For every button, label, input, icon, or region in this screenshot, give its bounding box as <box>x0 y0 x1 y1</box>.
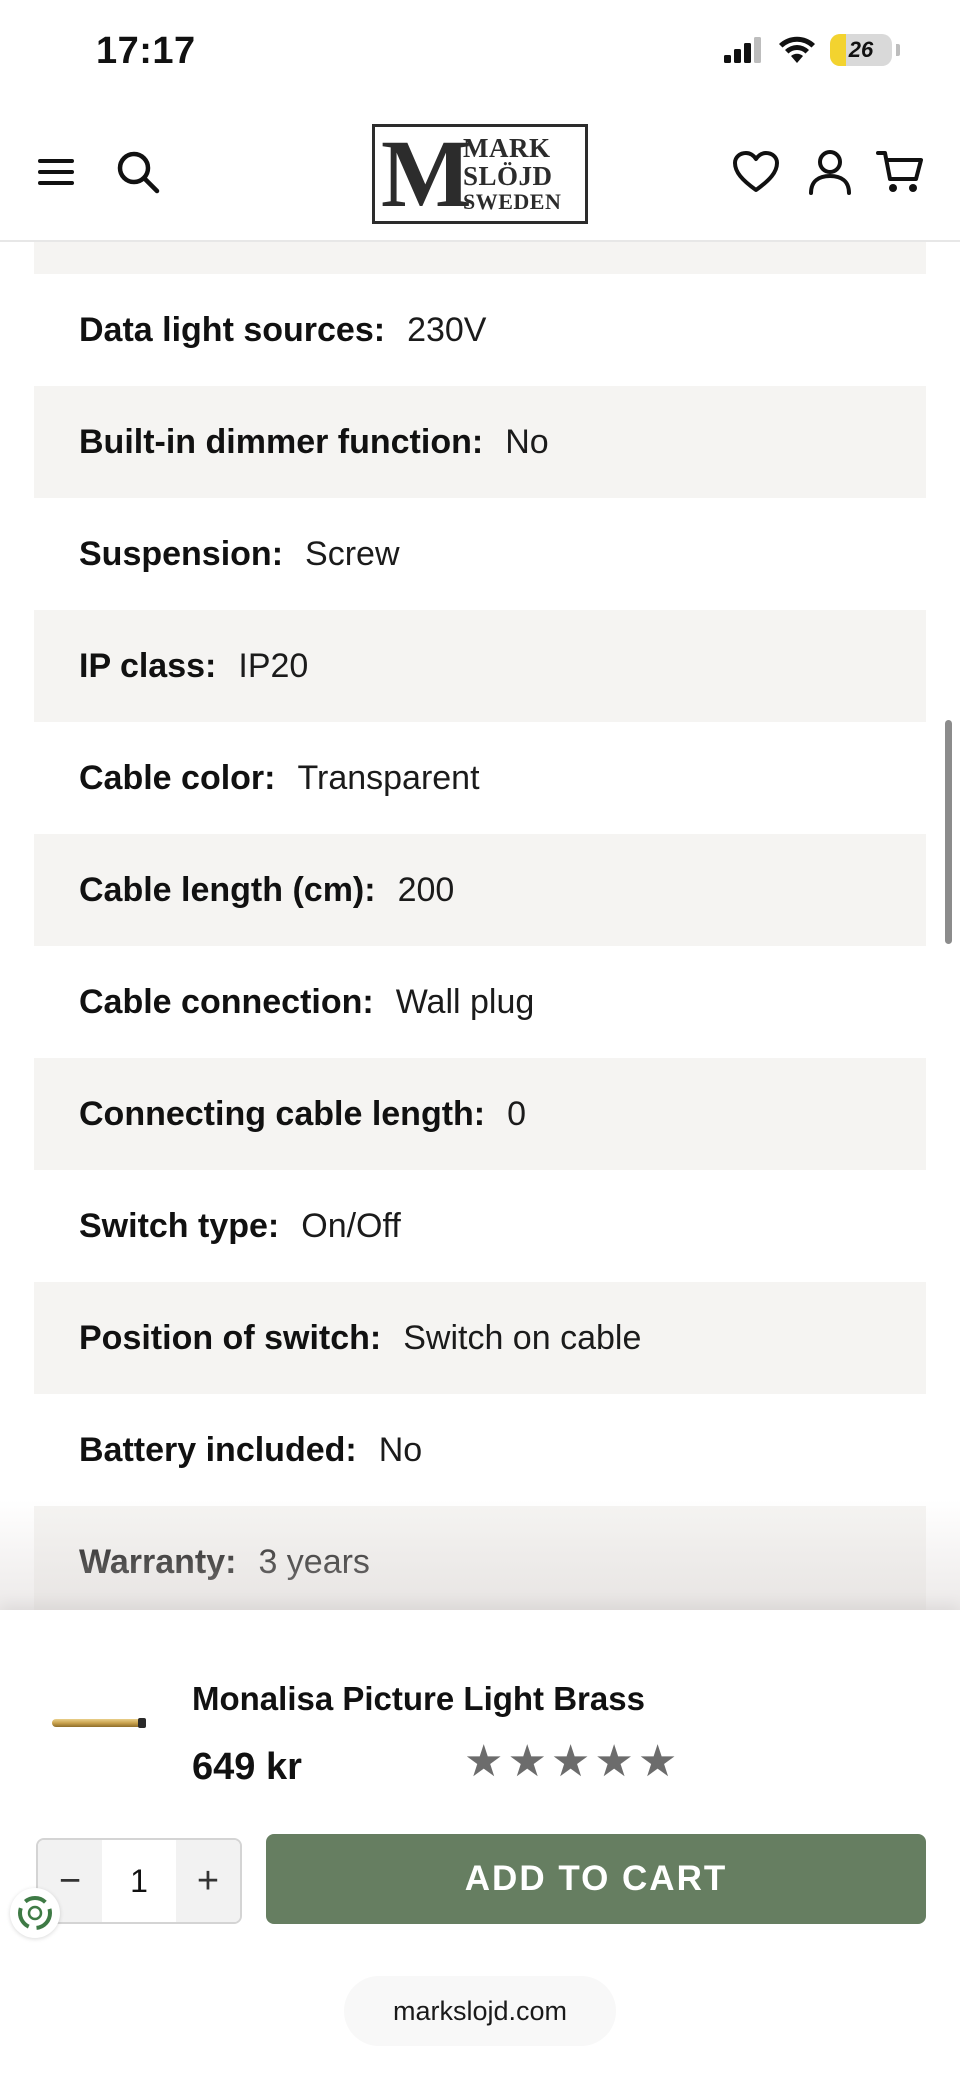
spec-label: Built-in dimmer function: <box>79 422 484 461</box>
star-icon: ★ <box>594 1737 634 1786</box>
spec-row: Battery included: No <box>34 1394 926 1506</box>
spec-label: Connecting cable length: <box>79 1094 486 1133</box>
spec-label: Warranty: <box>79 1542 237 1581</box>
sticky-product-bar: Monalisa Picture Light Brass 649 kr ★ ★ ★ ★… <box>0 1610 960 2077</box>
star-icon: ★ <box>507 1737 547 1786</box>
site-header: M MARK SLÖJD SWEDEN <box>0 108 960 242</box>
spec-row: Cable connection: Wall plug <box>34 946 926 1058</box>
spec-value: Switch on cable <box>403 1318 642 1357</box>
spec-label: Cable color: <box>79 758 276 797</box>
spec-row: Connecting cable length: 0 <box>34 1058 926 1170</box>
status-icons: 26 <box>724 34 900 66</box>
spec-label: Suspension: <box>79 534 284 573</box>
spec-row: Suspension: Screw <box>34 498 926 610</box>
spec-row: Cable length (cm): 200 <box>34 834 926 946</box>
star-icon: ★ <box>550 1737 591 1786</box>
spec-row: Warranty: 3 years <box>34 1506 926 1618</box>
battery-cap <box>896 44 900 56</box>
spec-label: Battery included: <box>79 1430 357 1469</box>
spec-value: 200 <box>397 870 455 909</box>
status-time: 17:17 <box>96 30 196 72</box>
quantity-stepper: − 1 + <box>36 1838 242 1924</box>
product-thumbnail[interactable] <box>50 1714 150 1732</box>
logo-line-3: SWEDEN <box>463 189 562 214</box>
spec-value: 230V <box>407 310 487 349</box>
logo-monogram: M <box>381 120 472 227</box>
logo-line-1: MARK <box>463 133 551 163</box>
spec-value: 3 years <box>258 1542 370 1581</box>
brand-logo[interactable]: M MARK SLÖJD SWEDEN <box>372 124 588 224</box>
spec-row: Cable color: Transparent <box>34 722 926 834</box>
spec-label: IP class: <box>79 646 217 685</box>
spec-row: Built-in dimmer function: No <box>34 386 926 498</box>
logo-line-2: SLÖJD <box>463 161 553 191</box>
spec-value: No <box>505 422 549 461</box>
battery-level-fill <box>830 34 847 66</box>
spec-value: Wall plug <box>395 982 535 1021</box>
spec-value: No <box>378 1430 423 1469</box>
spec-value: Transparent <box>297 758 480 797</box>
heart-icon[interactable] <box>732 148 780 196</box>
spec-value: Screw <box>305 534 400 573</box>
menu-icon[interactable] <box>32 148 80 196</box>
account-icon[interactable] <box>806 148 854 196</box>
rating-stars[interactable]: ★ ★ ★ ★ ★ <box>464 1738 677 1786</box>
increment-button[interactable]: + <box>176 1840 240 1922</box>
wifi-icon <box>779 36 815 63</box>
spec-row-partial <box>34 242 926 274</box>
spec-row: Position of switch: Switch on cable <box>34 1282 926 1394</box>
page-scrollbar[interactable] <box>945 720 952 944</box>
product-name[interactable]: Monalisa Picture Light Brass <box>192 1680 645 1718</box>
spec-value: 0 <box>507 1094 527 1133</box>
browser-url[interactable]: markslojd.com <box>344 1976 616 2046</box>
quantity-value[interactable]: 1 <box>102 1840 176 1922</box>
spec-row: Data light sources: 230V <box>34 274 926 386</box>
logo-wordmark: MARK SLÖJD SWEDEN <box>463 134 561 214</box>
recycle-icon[interactable] <box>10 1888 60 1938</box>
search-icon[interactable] <box>114 148 162 196</box>
spec-row: IP class: IP20 <box>34 610 926 722</box>
spec-label: Cable connection: <box>79 982 374 1021</box>
signal-icon <box>724 37 761 63</box>
spec-value: On/Off <box>301 1206 401 1245</box>
add-to-cart-button[interactable]: ADD TO CART <box>266 1834 926 1924</box>
star-icon: ★ <box>637 1737 678 1786</box>
star-icon: ★ <box>464 1737 504 1786</box>
status-bar: 17:17 26 <box>0 0 960 108</box>
battery-icon: 26 <box>830 34 892 66</box>
battery-level: 26 <box>848 37 874 62</box>
spec-list: Data light sources: 230V Built-in dimmer… <box>34 242 926 1618</box>
spec-row: Switch type: On/Off <box>34 1170 926 1282</box>
spec-value: IP20 <box>238 646 309 685</box>
spec-label: Data light sources: <box>79 310 386 349</box>
spec-label: Cable length (cm): <box>79 870 376 909</box>
spec-label: Position of switch: <box>79 1318 382 1357</box>
cart-icon[interactable] <box>876 148 924 196</box>
spec-label: Switch type: <box>79 1206 280 1245</box>
product-price: 649 kr <box>192 1746 302 1788</box>
